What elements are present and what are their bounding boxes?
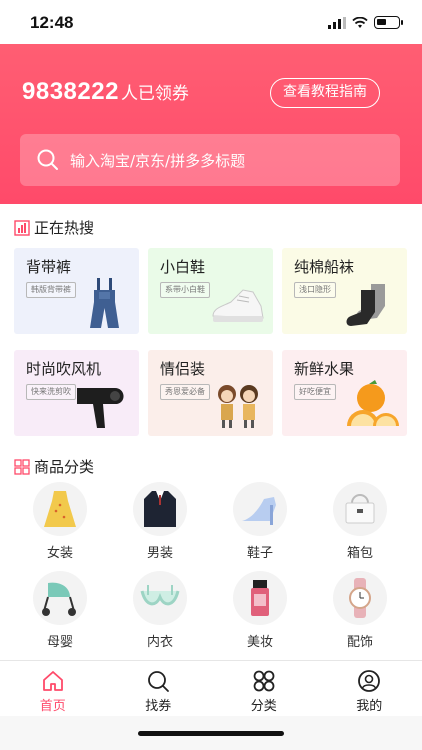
tab-label: 我的: [356, 699, 383, 714]
tab-find-coupons[interactable]: 找券: [106, 661, 212, 716]
couple-icon: [218, 385, 258, 428]
category-womens[interactable]: 女装: [10, 482, 110, 561]
hot-search-title: 正在热搜: [14, 217, 94, 238]
lipstick-icon: [233, 571, 287, 625]
coupon-number: 9838222: [22, 78, 119, 105]
battery-icon: [374, 16, 403, 29]
hot-card-tag: 快来洗剪吹: [26, 384, 76, 400]
hot-card-hairdryer[interactable]: 时尚吹风机 快来洗剪吹: [14, 350, 139, 436]
hot-card-tag: 韩版背带裤: [26, 282, 76, 298]
stroller-icon: [33, 571, 87, 625]
category-label: 箱包: [346, 546, 373, 561]
user-icon: [358, 670, 381, 692]
tab-label: 分类: [250, 699, 277, 714]
overalls-icon: [90, 278, 119, 328]
hot-card-socks[interactable]: 纯棉船袜 浅口隐形: [282, 248, 407, 334]
tab-label: 找券: [145, 699, 172, 714]
category-mens[interactable]: 男装: [110, 482, 210, 561]
hot-search-grid: 背带裤 韩版背带裤 小白鞋 系带小白鞋 纯棉船袜 浅口隐形 时尚吹风机 快来洗剪…: [14, 248, 407, 436]
hot-card-tag: 秀恩爱必备: [160, 384, 210, 400]
hot-card-name: 纯棉船袜: [294, 258, 355, 276]
search-bar[interactable]: 输入淘宝/京东/拼多多标题: [20, 134, 400, 186]
hot-card-name: 情侣装: [160, 360, 206, 378]
hot-search-label: 正在热搜: [34, 219, 95, 237]
hot-card-tag: 浅口隐形: [294, 282, 336, 298]
category-label: 鞋子: [246, 546, 273, 561]
tab-bar: 首页 找券 分类 我的: [0, 660, 422, 716]
hot-card-couple-wear[interactable]: 情侣装 秀恩爱必备: [148, 350, 273, 436]
hot-card-overalls[interactable]: 背带裤 韩版背带裤: [14, 248, 139, 334]
handbag-icon: [333, 482, 387, 536]
tab-home[interactable]: 首页: [0, 661, 106, 716]
hot-card-tag: 好吃便宜: [294, 384, 336, 400]
coupon-suffix: 人已领券: [120, 84, 189, 104]
header: 9838222 人已领券 查看教程指南 输入淘宝/京东/拼多多标题: [0, 44, 422, 204]
suit-icon: [133, 482, 187, 536]
search-icon: [148, 671, 170, 692]
grid-icon: [14, 458, 30, 475]
tab-profile[interactable]: 我的: [317, 661, 422, 716]
category-label: 内衣: [146, 635, 173, 650]
bra-icon: [133, 571, 187, 625]
hot-card-name: 背带裤: [26, 258, 72, 276]
category-label: 配饰: [346, 635, 373, 650]
category-bags[interactable]: 箱包: [310, 482, 410, 561]
category-label: 美妆: [246, 635, 273, 650]
category-label: 男装: [146, 546, 173, 561]
category-label: 女装: [46, 546, 73, 561]
tab-categories[interactable]: 分类: [211, 661, 317, 716]
search-icon: [37, 149, 58, 170]
category-label: 母婴: [46, 635, 73, 650]
sneaker-icon: [212, 289, 264, 322]
hairdryer-icon: [77, 388, 124, 428]
clover-icon: [253, 670, 275, 692]
hot-card-tag: 系带小白鞋: [160, 282, 210, 298]
watch-icon: [333, 571, 387, 625]
tab-label: 首页: [39, 699, 66, 714]
category-makeup[interactable]: 美妆: [210, 571, 310, 650]
category-baby[interactable]: 母婴: [10, 571, 110, 650]
hot-card-sneakers[interactable]: 小白鞋 系带小白鞋: [148, 248, 273, 334]
hot-card-name: 时尚吹风机: [26, 360, 102, 378]
status-bar: 12:48: [0, 0, 422, 44]
home-icon: [42, 671, 63, 691]
hot-card-fruit[interactable]: 新鲜水果 好吃便宜: [282, 350, 407, 436]
wifi-icon: [352, 16, 368, 28]
dress-icon: [33, 482, 87, 536]
app-screen: 12:48 9838222 人已领券 查看教程指南 输入淘宝/京东/拼多多标题 …: [0, 0, 422, 750]
hot-card-name: 小白鞋: [160, 258, 206, 276]
signal-icon: [328, 16, 346, 29]
bar-chart-icon: [14, 219, 30, 236]
category-grid: 女装 男装 鞋子 箱包 母婴 内衣 美妆 配饰: [10, 482, 410, 650]
orange-icon: [347, 380, 399, 426]
socks-icon: [346, 284, 385, 326]
category-title: 商品分类: [14, 456, 94, 477]
search-placeholder: 输入淘宝/京东/拼多多标题: [70, 152, 246, 170]
tutorial-guide-button[interactable]: 查看教程指南: [270, 78, 380, 108]
category-underwear[interactable]: 内衣: [110, 571, 210, 650]
status-time: 12:48: [30, 13, 74, 32]
coupon-count: 9838222 人已领券: [22, 78, 189, 106]
status-icons: [328, 16, 403, 29]
category-shoes[interactable]: 鞋子: [210, 482, 310, 561]
heel-icon: [233, 482, 287, 536]
category-accessories[interactable]: 配饰: [310, 571, 410, 650]
hot-card-name: 新鲜水果: [294, 360, 355, 378]
home-indicator[interactable]: [138, 731, 284, 736]
category-label: 商品分类: [34, 458, 95, 476]
